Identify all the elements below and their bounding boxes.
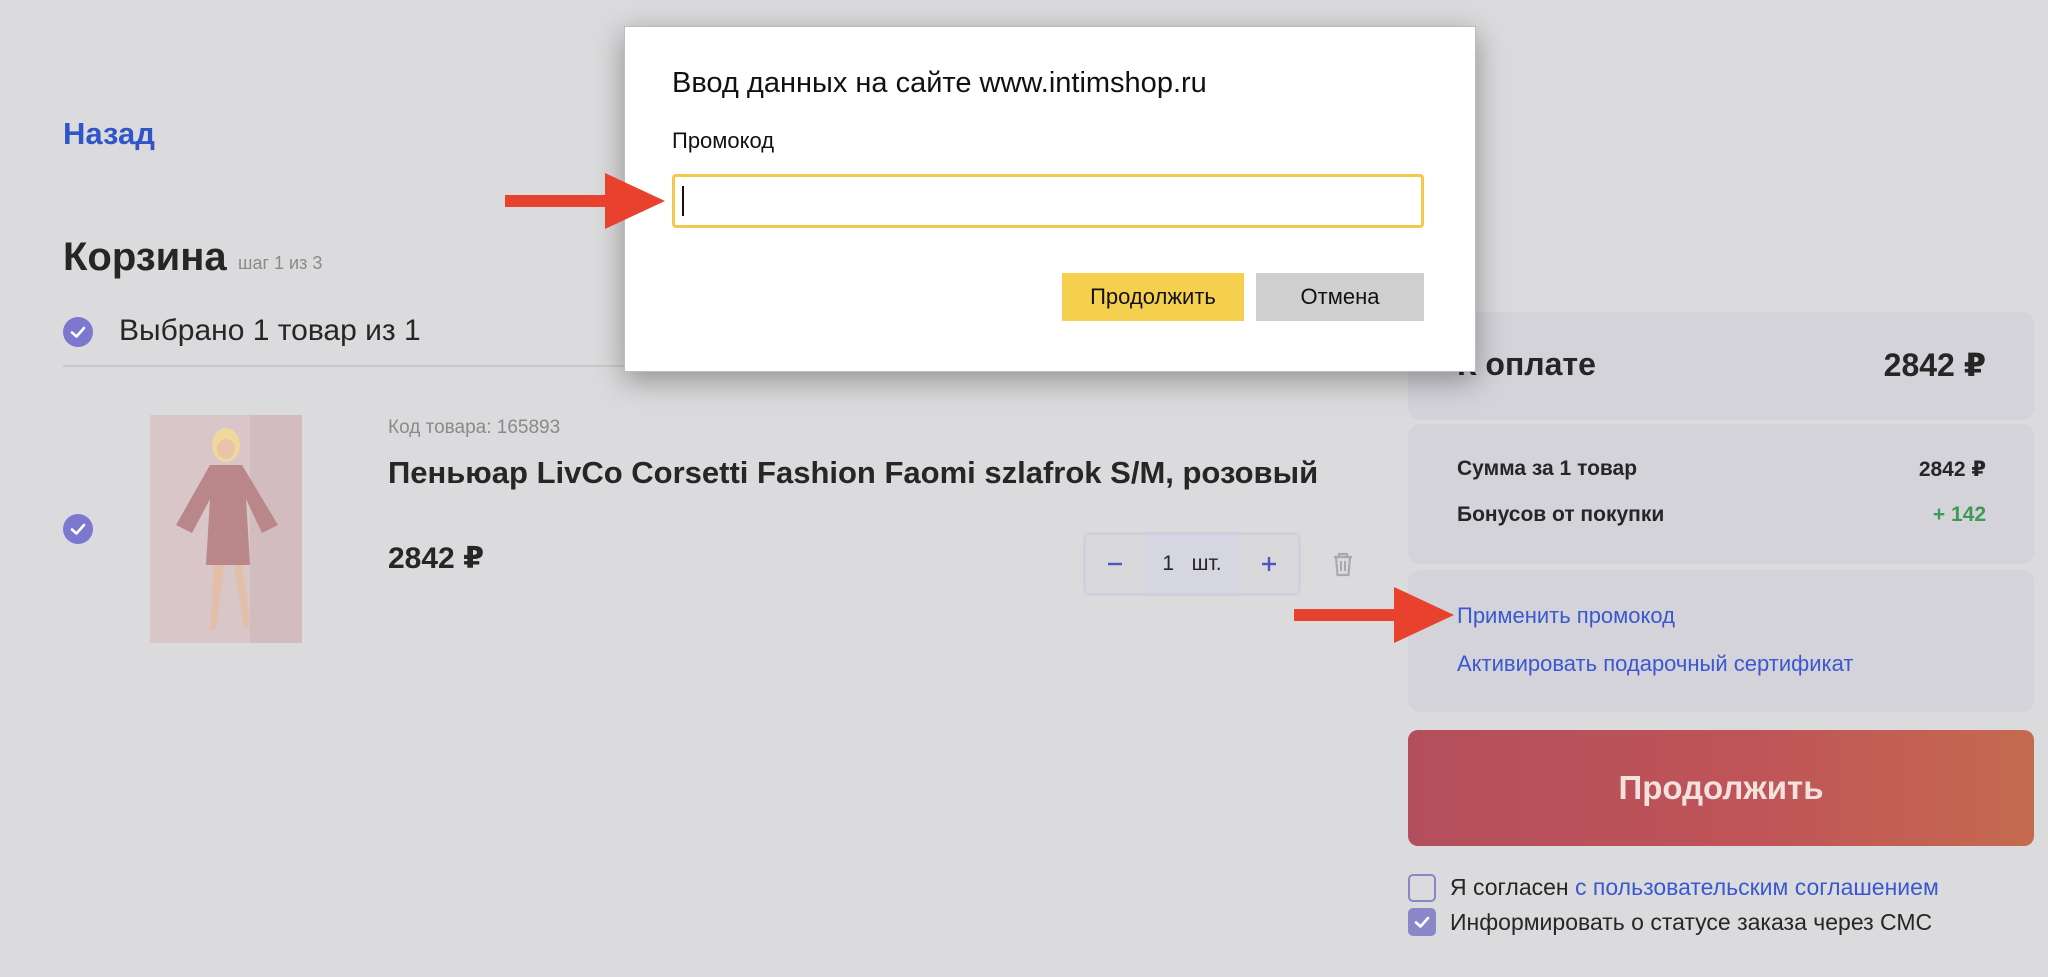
quantity-number: 1 — [1162, 552, 1175, 575]
agreement-label: Я согласен с пользовательским соглашение… — [1450, 874, 1939, 901]
quantity-unit: шт. — [1191, 552, 1222, 575]
sms-notify-label: Информировать о статусе заказа через СМС — [1450, 909, 1933, 935]
trash-icon[interactable] — [1330, 550, 1356, 578]
activate-certificate-link[interactable]: Активировать подарочный сертификат — [1457, 651, 1853, 677]
bonus-label: Бонусов от покупки — [1457, 503, 1665, 526]
continue-button[interactable]: Продолжить — [1408, 730, 2034, 846]
dialog-cancel-button[interactable]: Отмена — [1256, 273, 1424, 321]
dialog-continue-button[interactable]: Продолжить — [1062, 273, 1244, 321]
bonus-value: + 142 — [1932, 503, 1986, 526]
product-code: Код товара: 165893 — [388, 417, 561, 438]
apply-promo-link[interactable]: Применить промокод — [1457, 603, 1675, 629]
items-sum-label: Сумма за 1 товар — [1457, 457, 1638, 480]
agreement-prefix: Я согласен — [1450, 874, 1576, 900]
plus-icon — [1262, 557, 1276, 571]
check-icon — [70, 523, 86, 535]
cart-title: Корзина — [63, 235, 227, 279]
select-all-checkbox[interactable] — [63, 317, 93, 347]
product-image[interactable] — [150, 415, 302, 643]
check-icon — [70, 326, 86, 338]
order-sum-card — [1408, 424, 2034, 564]
check-icon — [1414, 916, 1430, 928]
promo-card — [1408, 570, 2034, 712]
text-caret — [682, 186, 684, 216]
sms-notify-checkbox[interactable] — [1408, 908, 1436, 936]
pay-total-value: 2842 ₽ — [1883, 347, 1986, 383]
red-arrow-icon — [505, 173, 665, 229]
user-agreement-link[interactable]: с пользовательским соглашением — [1575, 874, 1939, 900]
items-sum-value: 2842 ₽ — [1918, 458, 1986, 481]
agreement-checkbox[interactable] — [1408, 874, 1436, 902]
red-arrow-icon — [1294, 587, 1454, 643]
product-name[interactable]: Пеньюар LivCo Corsetti Fashion Faomi szl… — [388, 455, 1318, 491]
back-link[interactable]: Назад — [63, 116, 155, 152]
quantity-value: 1 шт. — [1144, 552, 1240, 576]
quantity-stepper: 1 шт. — [1083, 532, 1301, 596]
product-checkbox[interactable] — [63, 514, 93, 544]
dialog-title: Ввод данных на сайте www.intimshop.ru — [672, 67, 1207, 99]
cart-step-indicator: шаг 1 из 3 — [238, 253, 323, 273]
increase-quantity-button[interactable] — [1240, 535, 1298, 593]
minus-icon — [1108, 562, 1122, 566]
product-price: 2842 ₽ — [388, 542, 484, 575]
decrease-quantity-button[interactable] — [1086, 535, 1144, 593]
promo-field-label: Промокод — [672, 128, 775, 153]
promo-code-input[interactable] — [672, 174, 1424, 228]
pay-total-label: К оплате — [1457, 346, 1596, 382]
select-all-label: Выбрано 1 товар из 1 — [119, 314, 421, 347]
